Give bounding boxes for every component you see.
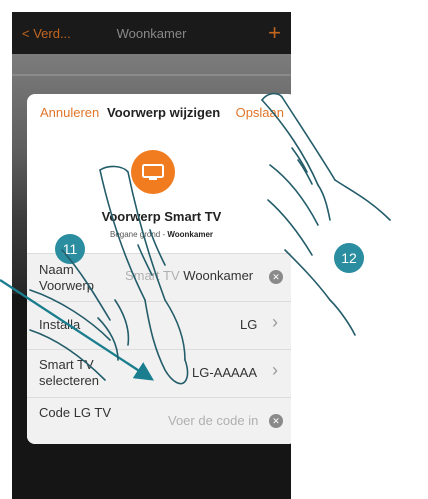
dialog-header: Annuleren Voorwerp wijzigen Opslaan xyxy=(27,94,291,134)
name-label: Naam Voorwerp xyxy=(39,262,94,293)
object-name: Voorwerp Smart TV xyxy=(101,209,222,224)
save-button[interactable]: Opslaan xyxy=(236,105,284,120)
install-label: Installa xyxy=(39,317,81,332)
name-input[interactable]: Smart TV Woonkamer xyxy=(125,268,253,283)
screen-title: Woonkamer xyxy=(116,26,187,41)
code-input[interactable]: Voer de code in xyxy=(168,413,258,428)
fields-list: Naam Voorwerp Smart TV Woonkamer ✕ Insta… xyxy=(27,253,291,444)
top-bar: < Verd... Woonkamer + xyxy=(12,12,291,54)
clear-icon[interactable]: ✕ xyxy=(269,414,283,428)
field-row-select-tv[interactable]: Smart TV selecteren LG-AAAAA › xyxy=(27,349,291,397)
select-label: Smart TV selecteren xyxy=(39,357,99,388)
phone-screen: < Verd... Woonkamer + Annuleren Voorwerp… xyxy=(12,12,291,499)
step-badge-11: 11 xyxy=(55,234,85,264)
name-value: Woonkamer xyxy=(183,268,254,283)
field-row-code[interactable]: Code LG TV Voer de code in ✕ xyxy=(27,397,291,444)
tv-icon xyxy=(142,164,164,180)
chevron-right-icon[interactable]: › xyxy=(272,312,278,333)
name-value-prefix: Smart TV xyxy=(125,268,184,283)
install-value: LG xyxy=(240,317,258,332)
code-label: Code LG TV xyxy=(39,405,112,420)
clear-icon[interactable]: ✕ xyxy=(269,270,283,284)
cancel-button[interactable]: Annuleren xyxy=(40,105,99,120)
dialog-title: Voorwerp wijzigen xyxy=(107,105,221,120)
background-lamp-line xyxy=(12,74,291,76)
location-floor: Begane grond - xyxy=(109,230,168,239)
add-button[interactable]: + xyxy=(268,20,281,46)
chevron-right-icon[interactable]: › xyxy=(272,360,278,381)
edit-object-dialog: Annuleren Voorwerp wijzigen Opslaan Voor… xyxy=(27,94,291,444)
field-row-installation[interactable]: Installa LG › xyxy=(27,301,291,349)
location-room: Woonkamer xyxy=(167,230,213,239)
select-value: LG-AAAAA xyxy=(192,365,258,380)
step-badge-12: 12 xyxy=(334,243,364,273)
